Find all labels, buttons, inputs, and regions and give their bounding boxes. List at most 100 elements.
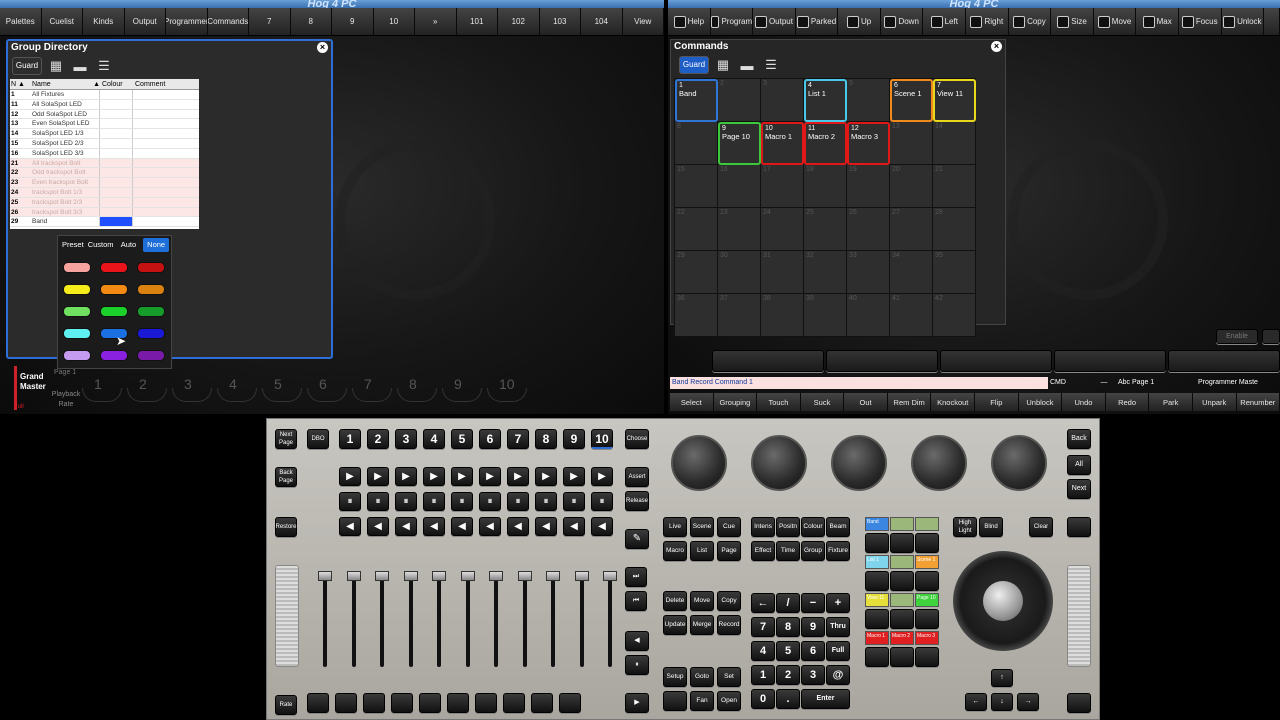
keypad-6-key[interactable]: 6 [801,641,825,661]
blank-key-right[interactable] [1067,517,1091,537]
command-cell-19[interactable]: 19 [847,165,890,208]
command-cell-27[interactable]: 27 [890,208,933,251]
blind-key[interactable]: Blind [979,517,1003,537]
left-toolbar-key-9[interactable]: 10 [373,8,415,35]
flash-key[interactable] [531,693,553,713]
hardware-fader[interactable] [311,557,340,677]
group-comment-cell[interactable] [133,90,199,99]
kind-beam-key[interactable]: Beam [826,517,850,537]
playback-fader-10[interactable]: 10 [485,372,530,404]
colour-swatch[interactable] [63,350,91,361]
edit-copy-key[interactable]: Copy [717,591,741,611]
command-cell-11[interactable]: 11 Macro 2 [804,122,847,165]
keypad-5-key[interactable]: 5 [776,641,800,661]
table-row[interactable]: 25 trackspot Bolt 2/3 [10,197,199,208]
group-colour-cell[interactable] [100,119,133,129]
group-colour-cell[interactable] [100,138,133,148]
keypad-enter-key[interactable]: Enter [801,689,850,709]
group-name[interactable]: Odd SolaSpot LED [32,109,100,119]
playback-fader-9[interactable]: 9 [440,372,485,404]
hardware-fader[interactable] [482,557,511,677]
encoder-5[interactable] [991,435,1047,491]
master-go-key[interactable]: ▶ [395,467,417,486]
table-row[interactable]: 14 SolaSpot LED 1/3 [10,129,199,139]
hardware-fader[interactable] [568,557,597,677]
keypad---key[interactable]: / [776,593,800,613]
trackball-ball[interactable] [983,581,1023,621]
hardware-fader[interactable] [340,557,369,677]
group-name[interactable]: trackspot Bolt 1/3 [32,187,100,197]
hardware-fader[interactable] [596,557,625,677]
guard-button[interactable]: Guard [12,57,42,75]
colour-swatch[interactable] [63,328,91,339]
main-go-key[interactable]: ▶ [625,693,649,713]
enable-button[interactable]: Enable [1216,329,1258,344]
command-cell-13[interactable]: 13 [890,122,933,165]
table-row[interactable]: 26 trackspot Bolt 3/3 [10,207,199,218]
playback-fader-7[interactable]: 7 [350,372,395,404]
picker-tab-custom[interactable]: Custom [88,238,114,252]
setup-set-key[interactable]: Set [717,667,741,687]
master-select-key-9[interactable]: 9 [563,429,585,449]
colour-swatch[interactable] [137,306,165,317]
command-cell-12[interactable]: 12 Macro 3 [847,122,890,165]
group-comment-cell[interactable] [133,139,199,148]
col-comment-header[interactable]: Comment [133,79,199,89]
softkey-5[interactable] [1168,350,1280,372]
edit-merge-key[interactable]: Merge [690,615,714,635]
edit-move-key[interactable]: Move [690,591,714,611]
blank-key-bottom[interactable] [1067,693,1091,713]
group-colour-cell[interactable] [100,129,133,138]
flash-key[interactable] [475,693,497,713]
command-cell-40[interactable]: 40 [847,294,890,337]
keypad---key[interactable]: − [801,593,825,613]
colour-swatch[interactable] [63,262,91,273]
mini-screen-key[interactable]: List 1 [865,555,889,569]
fader-cap[interactable] [603,571,617,581]
command-cell-14[interactable]: 14 [933,122,976,165]
mini-black-key[interactable] [915,571,939,591]
group-colour-cell[interactable] [100,168,133,178]
colour-swatch[interactable] [137,284,165,295]
command-cell-41[interactable]: 41 [890,294,933,337]
bottom-key-unpark[interactable]: Unpark [1192,393,1237,411]
view-macro-key[interactable]: Macro [663,541,687,561]
close-icon[interactable]: × [317,42,328,53]
table-row[interactable]: 24 trackspot Bolt 1/3 [10,187,199,198]
master-go-key[interactable]: ▶ [367,467,389,486]
group-colour-cell[interactable] [100,148,133,158]
bottom-key-out[interactable]: Out [844,393,888,411]
arrow-left-key[interactable]: ← [965,693,987,711]
group-name[interactable]: trackspot Bolt 2/3 [32,197,100,207]
mini-black-key[interactable] [890,609,914,629]
skip-forward-key[interactable]: ⏭ [625,567,647,587]
command-cell-31[interactable]: 31 [761,251,804,294]
table-row[interactable]: 29 Band [10,217,199,228]
group-colour-cell[interactable] [100,197,133,207]
command-cell-29[interactable]: 29 [675,251,718,294]
mini-black-key[interactable] [890,533,914,553]
colour-swatch[interactable] [63,306,91,317]
command-cell-1[interactable]: 1 Band [675,79,718,122]
right-toolbar-key-9[interactable]: Size [1051,8,1094,35]
command-cell-5[interactable]: 5 [847,79,890,122]
table-row[interactable]: 22 Odd trackspot Bolt [10,168,199,179]
colour-swatch[interactable] [63,284,91,295]
command-cell-32[interactable]: 32 [804,251,847,294]
left-toolbar-key-3[interactable]: Output [124,8,166,35]
colour-swatch[interactable] [100,262,128,273]
command-cell-4[interactable]: 4 List 1 [804,79,847,122]
group-name[interactable]: All Fixtures [32,90,100,99]
bottom-key-park[interactable]: Park [1149,393,1193,411]
mini-screen-key[interactable]: Macro 2 [890,631,914,645]
edit-delete-key[interactable]: Delete [663,591,687,611]
flash-key[interactable] [419,693,441,713]
command-cell-36[interactable]: 36 [675,294,718,337]
mini-black-key[interactable] [890,647,914,667]
next-page-key[interactable]: Next Page [275,429,297,449]
colour-swatch[interactable] [100,284,128,295]
left-toolbar-key-12[interactable]: 102 [498,8,540,35]
left-toolbar-key-13[interactable]: 103 [539,8,581,35]
table-row[interactable]: 1 All Fixtures [10,90,199,100]
hardware-fader[interactable] [454,557,483,677]
